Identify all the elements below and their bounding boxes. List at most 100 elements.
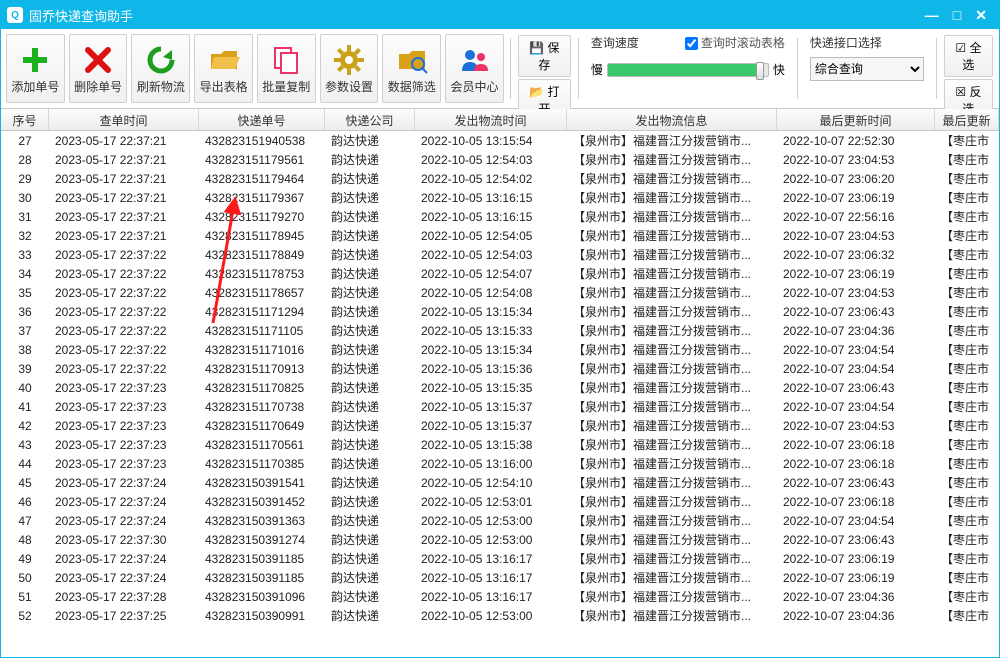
cell-index: 29 — [1, 172, 49, 186]
toolbar-button-4[interactable]: 批量复制 — [257, 34, 316, 103]
toolbar-button-3[interactable]: 导出表格 — [194, 34, 253, 103]
toolbar-button-5[interactable]: 参数设置 — [320, 34, 379, 103]
column-header[interactable]: 查单时间 — [49, 109, 199, 130]
cell-update-time: 2022-10-07 23:06:19 — [777, 552, 935, 566]
cell-dispatch-info: 【泉州市】福建晋江分拨营销市... — [567, 569, 777, 586]
column-header[interactable]: 最后更新 — [935, 109, 999, 130]
column-header[interactable]: 最后更新时间 — [777, 109, 935, 130]
cell-update-info: 【枣庄市 — [935, 474, 999, 491]
cell-dispatch-time: 2022-10-05 12:54:07 — [415, 267, 567, 281]
table-row[interactable]: 35 2023-05-17 22:37:22 432823151178657 韵… — [1, 283, 999, 302]
toolbar-button-label: 删除单号 — [74, 78, 122, 95]
table-row[interactable]: 33 2023-05-17 22:37:22 432823151178849 韵… — [1, 245, 999, 264]
cell-dispatch-info: 【泉州市】福建晋江分拨营销市... — [567, 227, 777, 244]
gear-icon — [333, 42, 365, 78]
interface-title: 快递接口选择 — [810, 34, 924, 51]
select-all-button[interactable]: ☑ 全选 — [944, 35, 993, 77]
disk-icon: 💾 — [529, 41, 544, 55]
table-row[interactable]: 40 2023-05-17 22:37:23 432823151170825 韵… — [1, 378, 999, 397]
cell-update-time: 2022-10-07 23:04:54 — [777, 514, 935, 528]
cell-update-info: 【枣庄市 — [935, 246, 999, 263]
toolbar-button-6[interactable]: 数据筛选 — [382, 34, 441, 103]
cell-dispatch-info: 【泉州市】福建晋江分拨营销市... — [567, 455, 777, 472]
cell-dispatch-time: 2022-10-05 13:15:34 — [415, 305, 567, 319]
interface-select[interactable]: 综合查询 — [810, 57, 924, 81]
minimize-button[interactable]: — — [925, 7, 939, 24]
table-row[interactable]: 38 2023-05-17 22:37:22 432823151171016 韵… — [1, 340, 999, 359]
table-row[interactable]: 42 2023-05-17 22:37:23 432823151170649 韵… — [1, 416, 999, 435]
table-row[interactable]: 45 2023-05-17 22:37:24 432823150391541 韵… — [1, 473, 999, 492]
query-speed-panel: 查询速度 查询时滚动表格 慢 快 — [583, 32, 793, 105]
cell-carrier: 韵达快递 — [325, 322, 415, 339]
maximize-button[interactable]: □ — [953, 7, 961, 24]
table-row[interactable]: 52 2023-05-17 22:37:25 432823150390991 韵… — [1, 606, 999, 625]
cell-dispatch-time: 2022-10-05 13:15:34 — [415, 343, 567, 357]
cell-index: 47 — [1, 514, 49, 528]
cell-tracking-number: 432823150391363 — [199, 514, 325, 528]
cell-dispatch-info: 【泉州市】福建晋江分拨营销市... — [567, 189, 777, 206]
cell-update-info: 【枣庄市 — [935, 512, 999, 529]
table-row[interactable]: 44 2023-05-17 22:37:23 432823151170385 韵… — [1, 454, 999, 473]
cell-index: 33 — [1, 248, 49, 262]
plus-icon — [19, 42, 51, 78]
table-row[interactable]: 49 2023-05-17 22:37:24 432823150391185 韵… — [1, 549, 999, 568]
cell-update-time: 2022-10-07 23:06:19 — [777, 571, 935, 585]
column-header[interactable]: 快递单号 — [199, 109, 325, 130]
column-header[interactable]: 快递公司 — [325, 109, 415, 130]
cell-dispatch-info: 【泉州市】福建晋江分拨营销市... — [567, 607, 777, 624]
table-row[interactable]: 47 2023-05-17 22:37:24 432823150391363 韵… — [1, 511, 999, 530]
save-button[interactable]: 💾 保存 — [518, 35, 571, 77]
toolbar-button-0[interactable]: 添加单号 — [6, 34, 65, 103]
cell-dispatch-info: 【泉州市】福建晋江分拨营销市... — [567, 398, 777, 415]
cell-update-time: 2022-10-07 22:56:16 — [777, 210, 935, 224]
table-row[interactable]: 37 2023-05-17 22:37:22 432823151171105 韵… — [1, 321, 999, 340]
cell-carrier: 韵达快递 — [325, 417, 415, 434]
column-header[interactable]: 发出物流时间 — [415, 109, 567, 130]
table-row[interactable]: 50 2023-05-17 22:37:24 432823150391185 韵… — [1, 568, 999, 587]
app-icon: Q — [7, 7, 23, 23]
table-row[interactable]: 51 2023-05-17 22:37:28 432823150391096 韵… — [1, 587, 999, 606]
cell-update-info: 【枣庄市 — [935, 493, 999, 510]
toolbar-button-7[interactable]: 会员中心 — [445, 34, 504, 103]
cell-dispatch-info: 【泉州市】福建晋江分拨营销市... — [567, 512, 777, 529]
table-row[interactable]: 31 2023-05-17 22:37:21 432823151179270 韵… — [1, 207, 999, 226]
table-row[interactable]: 46 2023-05-17 22:37:24 432823150391452 韵… — [1, 492, 999, 511]
column-header[interactable]: 序号 — [1, 109, 49, 130]
table-row[interactable]: 34 2023-05-17 22:37:22 432823151178753 韵… — [1, 264, 999, 283]
table-row[interactable]: 39 2023-05-17 22:37:22 432823151170913 韵… — [1, 359, 999, 378]
cell-update-time: 2022-10-07 23:06:18 — [777, 438, 935, 452]
cell-query-time: 2023-05-17 22:37:23 — [49, 438, 199, 452]
cell-dispatch-time: 2022-10-05 12:53:00 — [415, 533, 567, 547]
cell-carrier: 韵达快递 — [325, 455, 415, 472]
cell-carrier: 韵达快递 — [325, 512, 415, 529]
toolbar-button-2[interactable]: 刷新物流 — [131, 34, 190, 103]
column-header[interactable]: 发出物流信息 — [567, 109, 777, 130]
cell-update-info: 【枣庄市 — [935, 569, 999, 586]
select-all-icon: ☑ — [955, 41, 966, 55]
cell-tracking-number: 432823150391185 — [199, 571, 325, 585]
table-row[interactable]: 41 2023-05-17 22:37:23 432823151170738 韵… — [1, 397, 999, 416]
scroll-on-query-checkbox[interactable]: 查询时滚动表格 — [685, 34, 785, 55]
toolbar-button-1[interactable]: 删除单号 — [69, 34, 128, 103]
cell-index: 52 — [1, 609, 49, 623]
table-row[interactable]: 28 2023-05-17 22:37:21 432823151179561 韵… — [1, 150, 999, 169]
cell-dispatch-time: 2022-10-05 12:54:03 — [415, 248, 567, 262]
table-row[interactable]: 27 2023-05-17 22:37:21 432823151940538 韵… — [1, 131, 999, 150]
cell-query-time: 2023-05-17 22:37:23 — [49, 457, 199, 471]
cell-dispatch-info: 【泉州市】福建晋江分拨营销市... — [567, 531, 777, 548]
table-row[interactable]: 36 2023-05-17 22:37:22 432823151171294 韵… — [1, 302, 999, 321]
cell-update-time: 2022-10-07 23:04:36 — [777, 609, 935, 623]
table-row[interactable]: 32 2023-05-17 22:37:21 432823151178945 韵… — [1, 226, 999, 245]
speed-fast-label: 快 — [773, 61, 785, 78]
cell-index: 42 — [1, 419, 49, 433]
cell-index: 45 — [1, 476, 49, 490]
cell-tracking-number: 432823151179270 — [199, 210, 325, 224]
table-row[interactable]: 48 2023-05-17 22:37:30 432823150391274 韵… — [1, 530, 999, 549]
cell-index: 40 — [1, 381, 49, 395]
close-button[interactable]: ✕ — [975, 7, 987, 24]
speed-slider[interactable] — [607, 63, 769, 77]
table-row[interactable]: 30 2023-05-17 22:37:21 432823151179367 韵… — [1, 188, 999, 207]
table-row[interactable]: 29 2023-05-17 22:37:21 432823151179464 韵… — [1, 169, 999, 188]
cell-carrier: 韵达快递 — [325, 531, 415, 548]
table-row[interactable]: 43 2023-05-17 22:37:23 432823151170561 韵… — [1, 435, 999, 454]
